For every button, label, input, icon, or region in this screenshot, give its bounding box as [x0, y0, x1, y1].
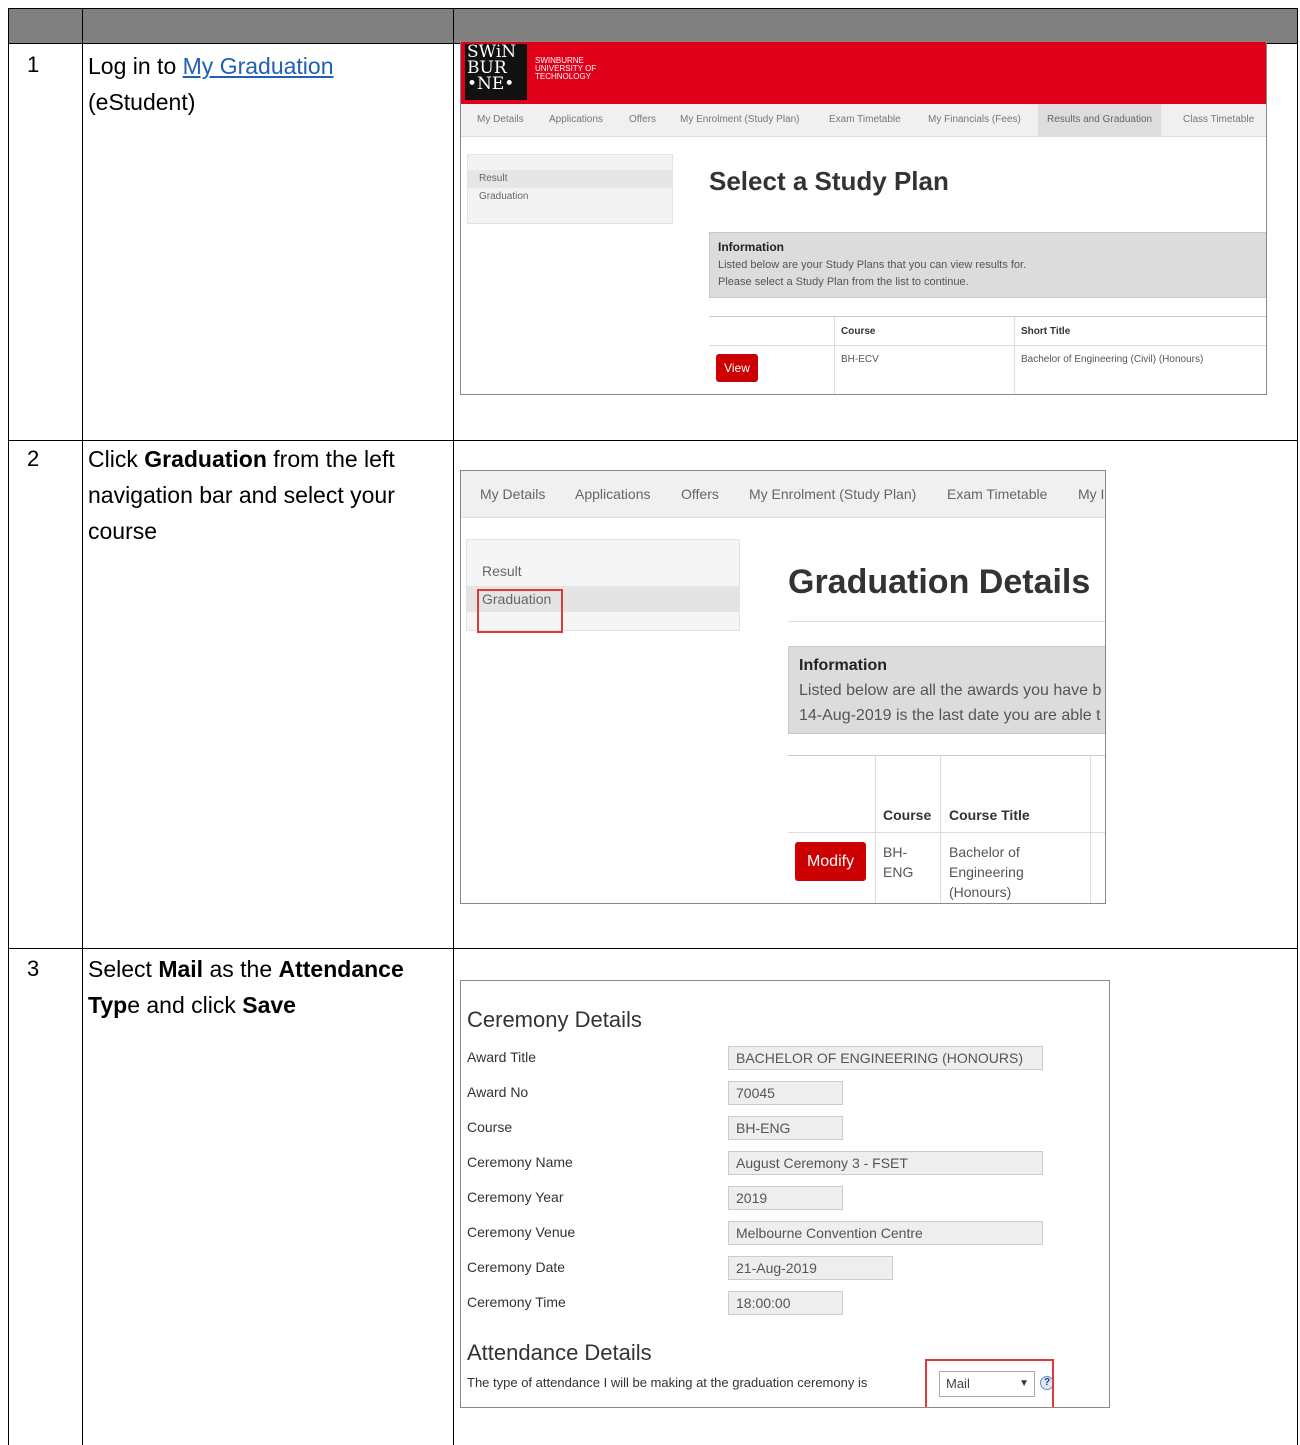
nav-exam-timetable[interactable]: Exam Timetable	[829, 114, 901, 125]
nav-my-details[interactable]: My Details	[480, 486, 545, 502]
nav-my-financials[interactable]: My Financials (Fees)	[928, 114, 1021, 125]
nav-results-graduation[interactable]: Results and Graduation	[1038, 104, 1162, 136]
step-2-bold: Graduation	[144, 446, 267, 472]
title-line: (Honours)	[949, 884, 1012, 900]
step-1-suffix: (eStudent)	[88, 89, 196, 115]
step-3-bold-mail: Mail	[158, 956, 204, 982]
col-short-title-header: Short Title	[1021, 326, 1071, 337]
info-title: Information	[718, 240, 784, 254]
col-course-header: Course	[841, 326, 876, 337]
screenshot-select-study-plan: SWiN BUR •NE• SWINBURNE UNIVERSITY OF TECHNO…	[460, 41, 1267, 395]
swinburne-banner: SWiN BUR •NE• SWINBURNE UNIVERSITY OF TECHNO…	[461, 42, 1266, 104]
page-title: Select a Study Plan	[709, 166, 949, 196]
label-ceremony-year: Ceremony Year	[467, 1189, 564, 1205]
col-course-title-header: Course Title	[949, 807, 1030, 823]
title-line: Engineering	[949, 864, 1024, 880]
label-ceremony-venue: Ceremony Venue	[467, 1224, 576, 1240]
nav-applications[interactable]: Applications	[549, 114, 603, 125]
graduation-highlight	[477, 589, 563, 633]
attendance-type-label: The type of attendance I will be making …	[467, 1375, 868, 1390]
step-2-prefix: Click	[88, 446, 145, 472]
nav-applications[interactable]: Applications	[575, 486, 651, 502]
nav-offers[interactable]: Offers	[681, 486, 719, 502]
nav-my-financials[interactable]: My I	[1078, 486, 1104, 502]
info-line: Please select a Study Plan from the list…	[718, 276, 969, 288]
information-box: Information Listed below are all the awa…	[788, 646, 1105, 734]
course-title-cell: Bachelor of Engineering (Honours)	[949, 842, 1024, 902]
step-2-text: Click Graduation from the left navigatio…	[88, 441, 418, 549]
graduation-table: Course Course Title Modify BH- ENG Bachel…	[788, 755, 1105, 903]
left-navigation: Result Graduation	[467, 154, 673, 224]
screenshot-ceremony-details: Ceremony Details Award Title BACHELOR OF…	[460, 980, 1110, 1408]
nav-class-timetable[interactable]: Class Timetable	[1183, 114, 1254, 125]
information-box: Information Listed below are your Study …	[709, 232, 1266, 298]
view-button[interactable]: View	[716, 354, 758, 382]
table-header-row	[8, 8, 1298, 44]
side-item-graduation[interactable]: Graduation	[468, 188, 672, 206]
label-award-no: Award No	[467, 1084, 529, 1100]
top-nav: My Details Applications Offers My Enrolm…	[461, 471, 1105, 518]
top-nav: My Details Applications Offers My Enrolm…	[461, 104, 1266, 137]
step-number: 3	[27, 956, 40, 981]
step-number: 1	[27, 52, 40, 77]
ceremony-date-field: 21-Aug-2019	[728, 1256, 893, 1280]
label-ceremony-name: Ceremony Name	[467, 1154, 573, 1170]
step-3-text: Select Mail as the Attendance Type and c…	[88, 951, 418, 1023]
section-attendance-details: Attendance Details	[467, 1340, 652, 1365]
screenshot-graduation-details: My Details Applications Offers My Enrolm…	[460, 470, 1106, 904]
course-line: ENG	[883, 864, 914, 880]
step-3-bold-save: Save	[242, 992, 296, 1018]
nav-my-enrolment[interactable]: My Enrolment (Study Plan)	[680, 114, 800, 125]
swinburne-logo: SWiN BUR •NE•	[465, 44, 527, 100]
title-line: Bachelor of	[949, 844, 1020, 860]
ceremony-venue-field: Melbourne Convention Centre	[728, 1221, 1043, 1245]
attendance-highlight	[925, 1359, 1054, 1407]
ceremony-name-field: August Ceremony 3 - FSET	[728, 1151, 1043, 1175]
logo-subtitle: SWINBURNE UNIVERSITY OF TECHNOLOGY	[535, 56, 597, 81]
step-3-a: Select	[88, 956, 159, 982]
study-plan-table: Course Short Title View BH-ECV Bachelor …	[709, 316, 1266, 394]
label-ceremony-date: Ceremony Date	[467, 1259, 566, 1275]
award-title-field: BACHELOR OF ENGINEERING (HONOURS)	[728, 1046, 1043, 1070]
side-item-result[interactable]: Result	[468, 170, 672, 188]
nav-exam-timetable[interactable]: Exam Timetable	[947, 486, 1047, 502]
side-item-result[interactable]: Result	[467, 563, 739, 579]
section-ceremony-details: Ceremony Details	[467, 1007, 642, 1032]
label-course: Course	[467, 1119, 513, 1135]
ceremony-time-field: 18:00:00	[728, 1291, 843, 1315]
page-title: Graduation Details	[788, 563, 1091, 601]
step-3-c: e and click	[127, 992, 243, 1018]
course-field: BH-ENG	[728, 1116, 843, 1140]
step-1-text: Log in to My Graduation (eStudent)	[88, 48, 418, 120]
info-line: 14-Aug-2019 is the last date you are abl…	[799, 707, 1101, 724]
my-graduation-link[interactable]: My Graduation	[183, 53, 334, 79]
award-no-field: 70045	[728, 1081, 843, 1105]
nav-offers[interactable]: Offers	[629, 114, 656, 125]
step-1-prefix: Log in to	[88, 53, 183, 79]
label-ceremony-time: Ceremony Time	[467, 1294, 566, 1310]
modify-button[interactable]: Modify	[795, 842, 866, 881]
info-line: Listed below are your Study Plans that y…	[718, 259, 1027, 271]
col-course-header: Course	[883, 807, 932, 823]
info-line: Listed below are all the awards you have…	[799, 682, 1102, 699]
course-cell: BH-ECV	[841, 354, 879, 365]
course-line: BH-	[883, 844, 908, 860]
step-3-b: as the	[203, 956, 279, 982]
course-cell: BH- ENG	[883, 842, 913, 882]
nav-my-enrolment[interactable]: My Enrolment (Study Plan)	[749, 486, 916, 502]
nav-my-details[interactable]: My Details	[477, 114, 524, 125]
step-number: 2	[27, 446, 40, 471]
ceremony-year-field: 2019	[728, 1186, 843, 1210]
info-title: Information	[799, 657, 887, 674]
short-title-cell: Bachelor of Engineering (Civil) (Honours…	[1021, 354, 1204, 365]
label-award-title: Award Title	[467, 1049, 536, 1065]
